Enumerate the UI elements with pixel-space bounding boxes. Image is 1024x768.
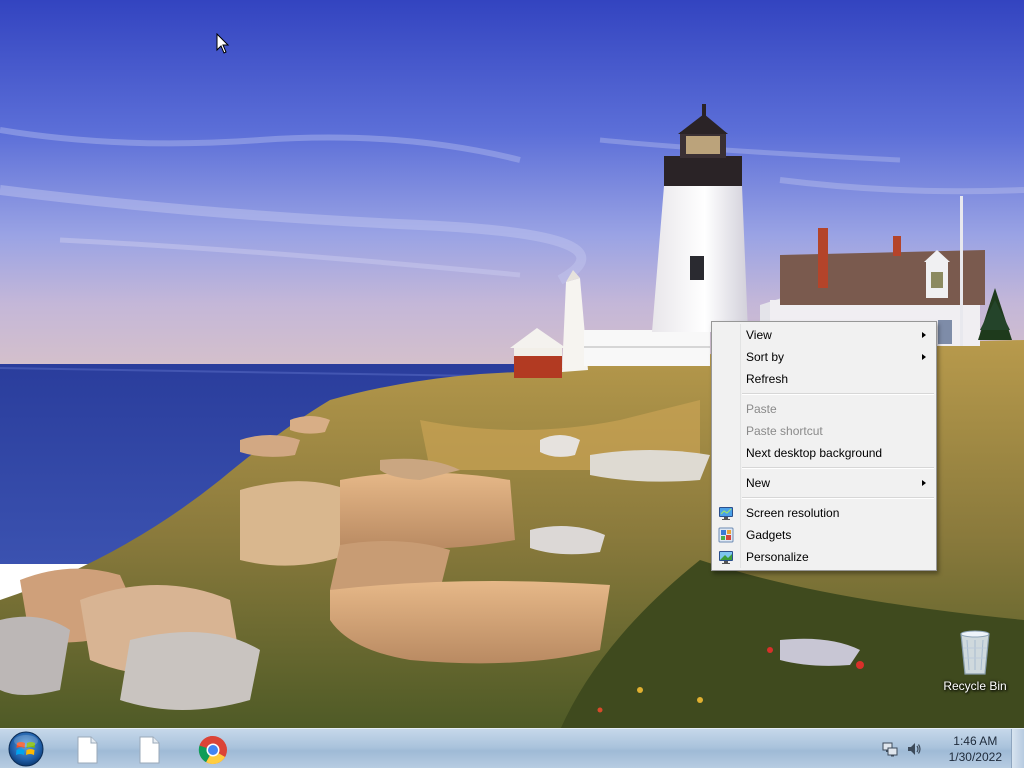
- show-desktop-button[interactable]: [1011, 729, 1024, 768]
- personalize-icon: [719, 551, 733, 564]
- menu-item-paste: Paste: [712, 398, 936, 420]
- menu-item-label: Paste shortcut: [746, 424, 823, 438]
- notification-area: 1:46 AM 1/30/2022: [876, 729, 1016, 768]
- taskbar-clock[interactable]: 1:46 AM 1/30/2022: [949, 733, 1002, 765]
- submenu-arrow-icon: [922, 480, 926, 486]
- menu-item-label: Refresh: [746, 372, 789, 386]
- menu-item-label: Gadgets: [746, 528, 792, 542]
- network-icon[interactable]: [882, 741, 898, 757]
- menu-item-label: Next desktop background: [746, 446, 883, 460]
- start-button[interactable]: [6, 730, 46, 768]
- clock-time: 1:46 AM: [953, 734, 998, 748]
- menu-item-gadgets[interactable]: Gadgets: [712, 524, 936, 546]
- taskbar-pinned-document-1[interactable]: [62, 731, 114, 767]
- speaker-icon[interactable]: [906, 741, 922, 757]
- gadgets-icon: [718, 527, 734, 543]
- menu-item-label: Screen resolution: [746, 506, 840, 520]
- menu-item-new[interactable]: New: [712, 472, 936, 494]
- menu-item-label: Sort by: [746, 350, 785, 364]
- taskbar-pinned-document-2[interactable]: [124, 731, 176, 767]
- windows-logo-icon: [8, 731, 44, 767]
- taskbar: 1:46 AM 1/30/2022: [0, 728, 1024, 768]
- menu-separator: [742, 467, 934, 469]
- chrome-icon: [198, 735, 227, 764]
- menu-item-refresh[interactable]: Refresh: [712, 368, 936, 390]
- taskbar-pinned-chrome[interactable]: [186, 731, 238, 767]
- recycle-bin-label: Recycle Bin: [943, 679, 1007, 693]
- menu-separator: [742, 497, 934, 499]
- menu-item-paste-shortcut: Paste shortcut: [712, 420, 936, 442]
- desktop[interactable]: View Sort by Refresh Paste Paste shortcu…: [0, 0, 1024, 768]
- menu-item-sort-by[interactable]: Sort by: [712, 346, 936, 368]
- menu-item-label: Personalize: [746, 550, 809, 564]
- mouse-cursor-icon: [216, 33, 230, 54]
- monitor-icon: [719, 507, 733, 520]
- menu-item-label: View: [746, 328, 772, 342]
- menu-item-label: New: [746, 476, 771, 490]
- menu-item-view[interactable]: View: [712, 324, 936, 346]
- desktop-context-menu: View Sort by Refresh Paste Paste shortcu…: [711, 321, 937, 571]
- menu-item-next-desktop-background[interactable]: Next desktop background: [712, 442, 936, 464]
- recycle-bin-desktop-icon[interactable]: Recycle Bin: [940, 628, 1010, 693]
- document-icon: [139, 736, 160, 764]
- menu-item-screen-resolution[interactable]: Screen resolution: [712, 502, 936, 524]
- submenu-arrow-icon: [922, 354, 926, 360]
- menu-separator: [742, 393, 934, 395]
- recycle-bin-icon: [960, 630, 990, 675]
- menu-item-personalize[interactable]: Personalize: [712, 546, 936, 568]
- submenu-arrow-icon: [922, 332, 926, 338]
- document-icon: [77, 736, 98, 764]
- clock-date: 1/30/2022: [948, 750, 1002, 764]
- menu-item-label: Paste: [746, 402, 777, 416]
